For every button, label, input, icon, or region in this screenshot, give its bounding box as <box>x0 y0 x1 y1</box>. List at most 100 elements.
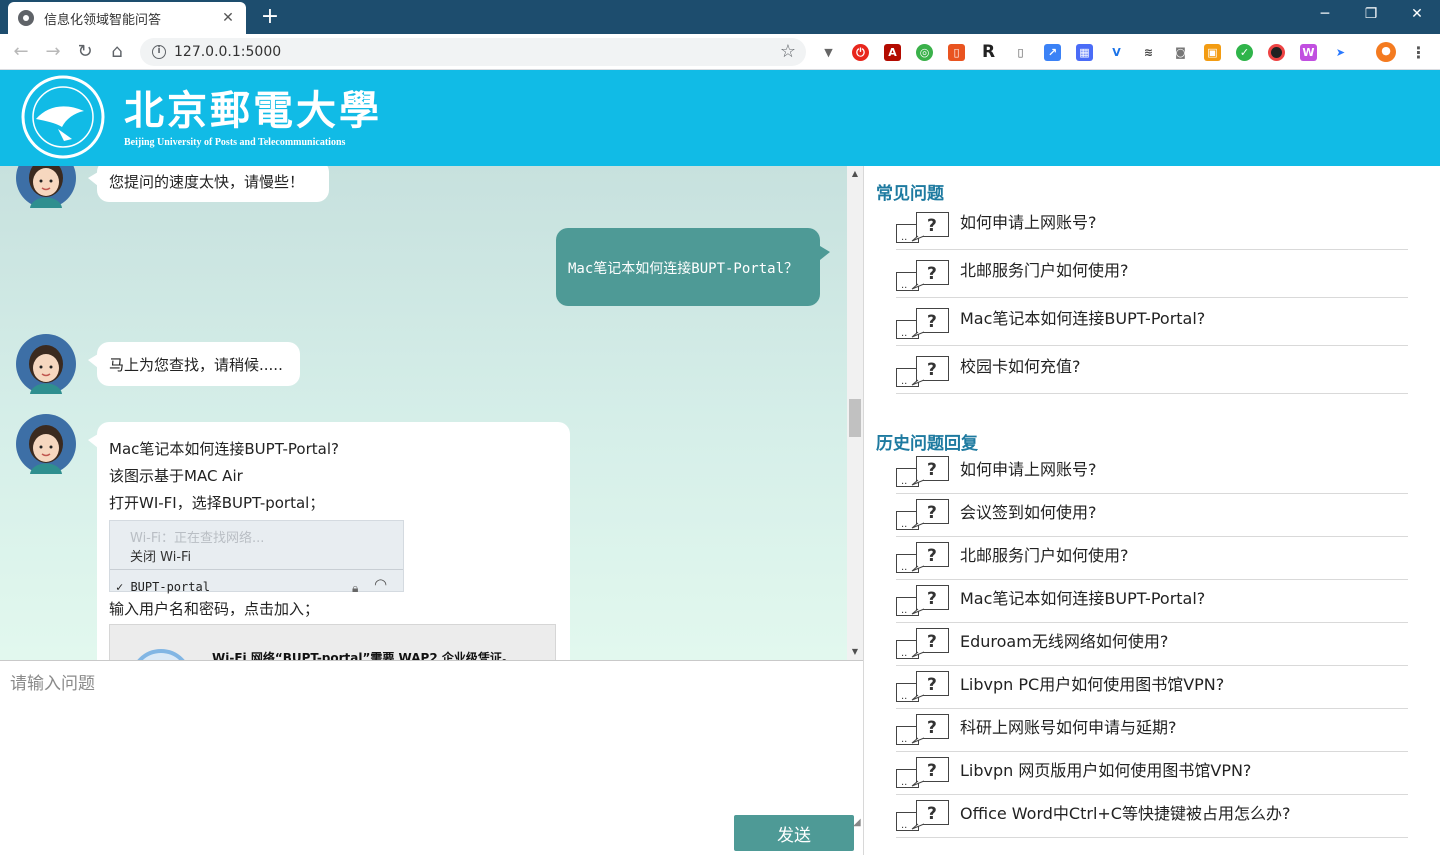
browser-menu-icon[interactable]: ⋮ <box>1410 44 1427 61</box>
tab-close-icon[interactable]: ✕ <box>220 10 236 26</box>
history-item[interactable]: ..? 如何申请上网账号? <box>896 451 1408 494</box>
history-question-text[interactable]: Office Word中Ctrl+C等快捷键被占用怎么办? <box>960 800 1290 824</box>
history-question-text[interactable]: Eduroam无线网络如何使用? <box>960 628 1168 652</box>
wifi-turn-off-text: 关闭 Wi-Fi <box>130 550 192 565</box>
scroll-down-arrow-icon[interactable]: ▼ <box>847 644 863 660</box>
question-bubble-icon: ..? <box>896 356 949 387</box>
chat-history[interactable]: 您提问的速度太快，请慢些！ Mac笔记本如何连接BUPT-Portal？ 马上为… <box>0 166 847 660</box>
home-icon[interactable]: ⌂ <box>104 39 130 65</box>
question-bubble-icon: ..? <box>896 308 949 339</box>
faq-question-text[interactable]: 如何申请上网账号? <box>960 209 1097 233</box>
svg-text:..: .. <box>901 376 907 387</box>
history-item[interactable]: ..? Mac笔记本如何连接BUPT-Portal? <box>896 580 1408 623</box>
close-window-button[interactable]: ✕ <box>1394 0 1440 30</box>
forward-arrow-icon[interactable]: → <box>40 39 66 65</box>
question-bubble-icon: ..? <box>896 628 949 659</box>
browser-tab[interactable]: 信息化领域智能问答 ✕ <box>8 2 246 34</box>
divider <box>110 569 403 570</box>
chat-scrollbar[interactable]: ▲ ▼ <box>847 166 863 660</box>
history-item[interactable]: ..? 会议签到如何使用? <box>896 494 1408 537</box>
bupt-logo-emblem <box>21 75 105 159</box>
history-question-text[interactable]: Libvpn PC用户如何使用图书馆VPN? <box>960 671 1224 695</box>
history-item[interactable]: ..? Libvpn PC用户如何使用图书馆VPN? <box>896 666 1408 709</box>
bot-answer-message: Mac笔记本如何连接BUPT-Portal? 该图示基于MAC Air 打开WI… <box>88 422 570 660</box>
faq-item[interactable]: ..? Mac笔记本如何连接BUPT-Portal? <box>896 298 1408 346</box>
history-question-text[interactable]: 会议签到如何使用? <box>960 499 1097 523</box>
restore-button[interactable]: ❐ <box>1348 0 1394 30</box>
history-item[interactable]: ..? Office Word中Ctrl+C等快捷键被占用怎么办? <box>896 795 1408 838</box>
svg-text:?: ? <box>927 264 937 284</box>
history-item[interactable]: ..? 科研上网账号如何申请与延期? <box>896 709 1408 752</box>
faq-item[interactable]: ..? 校园卡如何充值? <box>896 346 1408 394</box>
svg-text:..: .. <box>901 519 907 530</box>
history-item[interactable]: ..? Eduroam无线网络如何使用? <box>896 623 1408 666</box>
question-bubble-icon: ..? <box>896 714 949 745</box>
profile-avatar[interactable]: ● <box>1376 42 1396 62</box>
extension-pdf-icon[interactable]: A <box>884 44 901 61</box>
extension-bookmark-icon[interactable]: ▯ <box>1012 44 1029 61</box>
bookmark-star-icon[interactable]: ☆ <box>780 41 796 62</box>
minimize-button[interactable]: ─ <box>1302 0 1348 30</box>
extension-link-icon[interactable]: ↗ <box>1044 44 1061 61</box>
extension-translate-icon[interactable]: ≋ <box>1140 44 1157 61</box>
address-bar[interactable]: i 127.0.0.1:5000 ☆ <box>140 38 806 66</box>
svg-text:?: ? <box>927 460 937 480</box>
faq-question-text[interactable]: 北邮服务门户如何使用? <box>960 257 1129 281</box>
message-text: 马上为您查找，请稍候..... <box>109 356 283 374</box>
extension-sync-icon[interactable]: ◎ <box>916 44 933 61</box>
scrollbar-thumb[interactable] <box>849 399 861 437</box>
answer-text-line: 打开WI-FI，选择BUPT-portal； <box>109 494 325 512</box>
extension-chat-icon[interactable]: ▣ <box>1204 44 1221 61</box>
svg-text:..: .. <box>901 777 907 788</box>
extension-office-icon[interactable]: ▯ <box>948 44 965 61</box>
svg-text:..: .. <box>901 232 907 243</box>
extension-grid-icon[interactable]: ▦ <box>1076 44 1093 61</box>
question-bubble-icon: ..? <box>896 260 949 291</box>
svg-text:..: .. <box>901 328 907 339</box>
question-bubble-icon: ..? <box>896 456 949 487</box>
history-question-text[interactable]: Libvpn 网页版用户如何使用图书馆VPN? <box>960 757 1251 781</box>
extension-v-icon[interactable]: V <box>1108 44 1125 61</box>
question-bubble-icon: ..? <box>896 212 949 243</box>
question-bubble-icon: ..? <box>896 800 949 831</box>
bot-avatar <box>16 414 76 474</box>
svg-text:?: ? <box>927 312 937 332</box>
svg-text:..: .. <box>901 820 907 831</box>
history-question-text[interactable]: 科研上网账号如何申请与延期? <box>960 714 1177 738</box>
extension-r-icon[interactable]: R <box>980 44 997 61</box>
svg-text:?: ? <box>927 632 937 652</box>
faq-question-text[interactable]: Mac笔记本如何连接BUPT-Portal? <box>960 305 1205 329</box>
question-input-area: 发送 ◢ <box>0 660 863 855</box>
url-text: 127.0.0.1:5000 <box>174 44 282 60</box>
site-info-icon[interactable]: i <box>152 45 166 59</box>
university-name-cn: 北京郵電大學 <box>124 87 382 134</box>
history-item[interactable]: ..? 北邮服务门户如何使用? <box>896 537 1408 580</box>
history-question-text[interactable]: 如何申请上网账号? <box>960 456 1097 480</box>
extension-vivaldi-icon[interactable]: ▼ <box>820 44 837 61</box>
history-question-text[interactable]: 北邮服务门户如何使用? <box>960 542 1129 566</box>
resize-grip-icon[interactable]: ◢ <box>853 817 861 828</box>
extension-camera-icon[interactable]: ◙ <box>1172 44 1189 61</box>
user-message: Mac笔记本如何连接BUPT-Portal？ <box>556 228 830 306</box>
answer-question-line: Mac笔记本如何连接BUPT-Portal? <box>109 440 339 458</box>
extension-w-icon[interactable]: W <box>1300 44 1317 61</box>
question-input[interactable] <box>0 661 863 831</box>
extension-arrow-icon[interactable]: ➤ <box>1332 44 1349 61</box>
faq-item[interactable]: ..? 如何申请上网账号? <box>896 202 1408 250</box>
faq-question-text[interactable]: 校园卡如何充值? <box>960 353 1081 377</box>
answer-text-line: 该图示基于MAC Air <box>109 467 243 485</box>
faq-item[interactable]: ..? 北邮服务门户如何使用? <box>896 250 1408 298</box>
history-item[interactable]: ..? Libvpn 网页版用户如何使用图书馆VPN? <box>896 752 1408 795</box>
extension-adblock-icon[interactable]: ⏻ <box>852 44 869 61</box>
history-question-text[interactable]: Mac笔记本如何连接BUPT-Portal? <box>960 585 1205 609</box>
extension-wechat-icon[interactable]: ✓ <box>1236 44 1253 61</box>
lock-icon: 🔒︎ <box>352 581 359 595</box>
back-arrow-icon[interactable]: ← <box>8 39 34 65</box>
new-tab-button[interactable]: + <box>258 3 282 31</box>
reload-icon[interactable]: ↻ <box>72 39 98 65</box>
extension-record-icon[interactable] <box>1268 44 1285 61</box>
question-bubble-icon: ..? <box>896 671 949 702</box>
send-button[interactable]: 发送 <box>734 815 854 851</box>
scroll-up-arrow-icon[interactable]: ▲ <box>847 166 863 182</box>
svg-text:..: .. <box>901 562 907 573</box>
